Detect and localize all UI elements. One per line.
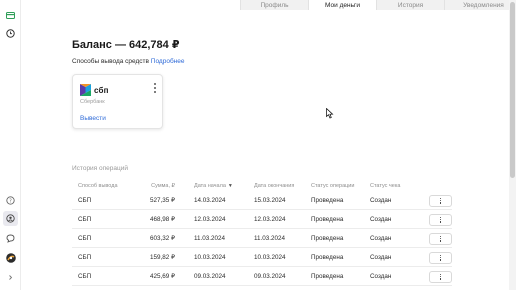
cell-status: Проведена — [311, 216, 344, 223]
cell-status: Проведена — [311, 197, 344, 204]
table-header: Способ вывода Сумма, ₽ Дата начала ▼ Дата… — [72, 180, 452, 192]
table-row: СБП 603,32 ₽ 11.03.2024 11.03.2024 Прове… — [72, 230, 452, 248]
cell-receipt: Создан — [370, 273, 392, 280]
col-amount[interactable]: Сумма, ₽ — [120, 183, 178, 189]
help-icon[interactable]: ? — [3, 193, 18, 208]
row-menu-button[interactable] — [429, 270, 452, 283]
col-receipt-status[interactable]: Статус чека — [355, 183, 407, 189]
table-row: СБП 527,35 ₽ 14.03.2024 15.03.2024 Прове… — [72, 192, 452, 210]
clock-icon[interactable] — [3, 26, 18, 41]
kebab-menu-icon — [439, 216, 442, 223]
cell-status: Проведена — [311, 235, 344, 242]
cell-end: 11.03.2024 — [254, 235, 286, 242]
row-menu-button[interactable] — [429, 232, 452, 245]
cell-receipt: Создан — [370, 254, 392, 261]
sbp-logo-text: сбп — [94, 85, 109, 95]
kebab-menu-icon — [439, 254, 442, 261]
col-end-date[interactable]: Дата окончания — [237, 183, 295, 189]
col-status[interactable]: Статус операции — [295, 183, 355, 189]
cell-method: СБП — [78, 197, 92, 204]
kebab-menu-icon — [439, 235, 442, 242]
cell-method: СБП — [78, 254, 92, 261]
sort-desc-icon: ▼ — [227, 183, 233, 189]
table-row: СБП 425,69 ₽ 09.03.2024 09.03.2024 Прове… — [72, 268, 452, 286]
cell-status: Проведена — [311, 273, 344, 280]
svg-text:?: ? — [9, 198, 12, 204]
tab-profile[interactable]: Профиль — [240, 0, 308, 10]
cell-receipt: Создан — [370, 197, 392, 204]
profile-icon[interactable] — [3, 211, 18, 226]
cell-end: 12.03.2024 — [254, 216, 286, 223]
scrollbar[interactable] — [509, 0, 516, 290]
cell-start: 09.03.2024 — [194, 273, 226, 280]
cell-amount: 603,32 ₽ — [149, 235, 175, 242]
cell-amount: 468,98 ₽ — [149, 216, 175, 223]
cell-amount: 159,82 ₽ — [149, 254, 175, 261]
history-title: История операций — [72, 165, 128, 172]
kebab-menu-icon — [439, 197, 442, 204]
tab-bar: Профиль Мои деньги История Уведомления — [240, 0, 516, 10]
expand-icon[interactable] — [3, 270, 18, 285]
col-start-date[interactable]: Дата начала ▼ — [178, 183, 237, 189]
sbp-icon — [80, 84, 91, 96]
cell-end: 09.03.2024 — [254, 273, 286, 280]
table-row: СБП 159,82 ₽ 10.03.2024 10.03.2024 Прове… — [72, 249, 452, 267]
sidebar: ? — [0, 0, 21, 290]
cell-start: 14.03.2024 — [194, 197, 226, 204]
withdraw-link[interactable]: Вывести — [80, 115, 106, 122]
row-menu-button[interactable] — [429, 213, 452, 226]
row-menu-button[interactable] — [429, 251, 452, 264]
tab-history[interactable]: История — [376, 0, 444, 10]
cell-method: СБП — [78, 273, 92, 280]
kebab-menu-icon[interactable] — [152, 83, 158, 93]
row-menu-button[interactable] — [429, 194, 452, 207]
cell-amount: 425,69 ₽ — [149, 273, 175, 280]
withdrawal-method-card: сбп Сбербанк Вывести — [72, 74, 163, 129]
cell-end: 10.03.2024 — [254, 254, 286, 261]
cell-start: 11.03.2024 — [194, 235, 226, 242]
scrollbar-thumb[interactable] — [510, 2, 515, 178]
mouse-cursor-icon — [326, 108, 334, 119]
page-title: Баланс — 642,784 ₽ — [72, 39, 180, 51]
cell-end: 15.03.2024 — [254, 197, 286, 204]
sbp-logo: сбп — [80, 84, 109, 96]
chat-icon[interactable] — [3, 231, 18, 246]
withdrawal-methods-label: Способы вывода средств — [72, 58, 149, 65]
cell-status: Проведена — [311, 254, 344, 261]
tab-notifications[interactable]: Уведомления — [444, 0, 516, 10]
col-method[interactable]: Способ вывода — [72, 183, 120, 189]
cell-start: 12.03.2024 — [194, 216, 226, 223]
kebab-menu-icon — [439, 273, 442, 280]
cell-start: 10.03.2024 — [194, 254, 226, 261]
tab-my-money[interactable]: Мои деньги — [308, 0, 376, 10]
cell-receipt: Создан — [370, 235, 392, 242]
cell-amount: 527,35 ₽ — [149, 197, 175, 204]
cell-method: СБП — [78, 235, 92, 242]
avatar[interactable] — [3, 250, 18, 265]
table-row: СБП 468,98 ₽ 12.03.2024 12.03.2024 Прове… — [72, 211, 452, 229]
money-icon[interactable] — [3, 8, 18, 23]
withdrawal-methods: Способы вывода средств Подробнее — [72, 58, 185, 65]
learn-more-link[interactable]: Подробнее — [151, 58, 185, 65]
bank-name: Сбербанк — [80, 99, 105, 105]
cell-receipt: Создан — [370, 216, 392, 223]
cell-method: СБП — [78, 216, 92, 223]
